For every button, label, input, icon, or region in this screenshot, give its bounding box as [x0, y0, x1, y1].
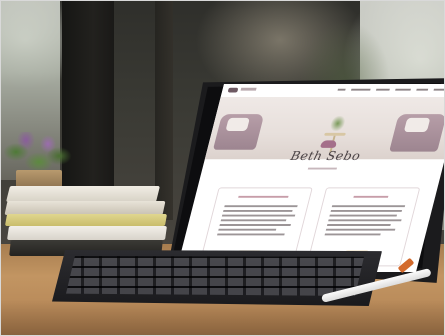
cushion [403, 117, 431, 132]
card-heading [238, 195, 289, 198]
nav-link[interactable] [433, 88, 445, 91]
site-navbar [220, 84, 445, 99]
book [6, 186, 160, 202]
card-heading [353, 195, 389, 198]
card-text-line [224, 205, 298, 207]
nav-link[interactable] [337, 88, 346, 91]
nav-link[interactable] [375, 88, 390, 91]
card-text-line [328, 219, 402, 221]
tablet-screen: Beth Sebo [176, 84, 445, 272]
card-text-line [329, 214, 398, 217]
card-text-line [220, 219, 287, 221]
card-text-line [219, 224, 291, 226]
card-text-line [327, 224, 391, 226]
site-logo-text[interactable] [240, 87, 257, 91]
site-logo-icon[interactable] [227, 87, 239, 93]
cushion [225, 117, 250, 131]
brand-logo: Beth Sebo [267, 139, 383, 180]
card-text-line [331, 205, 406, 207]
nav-link[interactable] [416, 88, 429, 91]
card-text-line [325, 228, 396, 231]
book [7, 226, 167, 240]
nav-link[interactable] [395, 88, 411, 91]
brand-chair-icon [320, 140, 338, 148]
book [4, 201, 166, 215]
brand-name: Beth Sebo [288, 149, 362, 164]
website-page: Beth Sebo [176, 84, 445, 272]
book [4, 214, 168, 226]
card-text-line [330, 209, 403, 212]
vase-plant [329, 115, 347, 131]
card-text-line [223, 209, 293, 212]
card-text-line [218, 228, 277, 231]
desk-shadow [0, 300, 445, 336]
nav-link[interactable] [350, 88, 371, 91]
keyboard-keys [66, 256, 364, 296]
photo-scene: Beth Sebo [0, 0, 445, 336]
card-text-line [217, 233, 285, 235]
brand-tagline [307, 167, 338, 170]
card-text-line [324, 233, 381, 235]
card-text-line [221, 214, 296, 217]
